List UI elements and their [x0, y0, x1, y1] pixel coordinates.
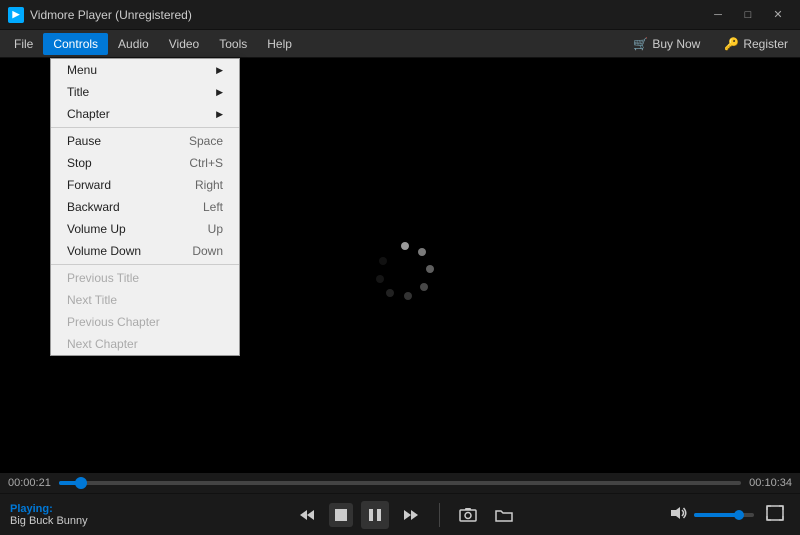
rewind-button[interactable]	[293, 501, 321, 529]
menu-tools[interactable]: Tools	[209, 33, 257, 55]
progress-area: 00:00:21 00:10:34	[0, 473, 800, 493]
menu-item-next-chapter[interactable]: Next Chapter	[51, 333, 239, 355]
menu-item-volume-up[interactable]: Volume Up Up	[51, 218, 239, 240]
controls-bar: Playing: Big Buck Bunny	[0, 493, 800, 535]
close-button[interactable]: ✕	[764, 1, 792, 29]
progress-thumb[interactable]	[75, 477, 87, 489]
track-name: Big Buck Bunny	[10, 515, 140, 527]
app-title: Vidmore Player (Unregistered)	[30, 8, 704, 22]
register-button[interactable]: 🔑 Register	[716, 34, 796, 54]
volume-fill	[694, 513, 739, 517]
current-time: 00:00:21	[8, 477, 51, 489]
register-label: Register	[743, 37, 788, 51]
minimize-button[interactable]: ─	[704, 1, 732, 29]
app-icon: ▶	[8, 7, 24, 23]
menu-item-menu[interactable]: Menu	[51, 59, 239, 81]
progress-track[interactable]	[59, 481, 741, 485]
volume-thumb[interactable]	[734, 510, 744, 520]
menu-item-prev-chapter[interactable]: Previous Chapter	[51, 311, 239, 333]
menu-item-volume-down[interactable]: Volume Down Down	[51, 240, 239, 262]
center-controls	[140, 501, 670, 529]
menu-item-next-title[interactable]: Next Title	[51, 289, 239, 311]
window-controls: ─ □ ✕	[704, 1, 792, 29]
menu-help[interactable]: Help	[257, 33, 302, 55]
title-bar: ▶ Vidmore Player (Unregistered) ─ □ ✕	[0, 0, 800, 30]
loading-spinner	[370, 236, 430, 296]
menu-item-chapter[interactable]: Chapter	[51, 103, 239, 125]
folder-button[interactable]	[490, 501, 518, 529]
stop-button[interactable]	[329, 503, 353, 527]
volume-icon[interactable]	[670, 505, 688, 524]
menu-right: 🛒 Buy Now 🔑 Register	[625, 34, 796, 54]
pause-button[interactable]	[361, 501, 389, 529]
now-playing: Playing: Big Buck Bunny	[10, 503, 140, 527]
menu-item-title[interactable]: Title	[51, 81, 239, 103]
key-icon: 🔑	[724, 37, 739, 51]
buy-now-button[interactable]: 🛒 Buy Now	[625, 34, 708, 54]
menu-item-pause[interactable]: Pause Space	[51, 130, 239, 152]
separator-controls	[439, 503, 440, 527]
total-time: 00:10:34	[749, 477, 792, 489]
menu-item-backward[interactable]: Backward Left	[51, 196, 239, 218]
controls-dropdown: Menu Title Chapter Pause Space Stop Ctrl…	[50, 58, 240, 356]
screenshot-button[interactable]	[454, 501, 482, 529]
menu-file[interactable]: File	[4, 33, 43, 55]
menu-item-forward[interactable]: Forward Right	[51, 174, 239, 196]
menu-video[interactable]: Video	[159, 33, 209, 55]
cart-icon: 🛒	[633, 37, 648, 51]
separator-2	[51, 264, 239, 265]
right-controls	[670, 502, 790, 527]
buy-now-label: Buy Now	[652, 37, 700, 51]
menu-bar: File Controls Audio Video Tools Help 🛒 B…	[0, 30, 800, 58]
volume-slider[interactable]	[694, 513, 754, 517]
separator-1	[51, 127, 239, 128]
playing-label: Playing:	[10, 503, 140, 515]
menu-controls[interactable]: Controls	[43, 33, 108, 55]
menu-audio[interactable]: Audio	[108, 33, 159, 55]
menu-item-stop[interactable]: Stop Ctrl+S	[51, 152, 239, 174]
fast-forward-button[interactable]	[397, 501, 425, 529]
fullscreen-button[interactable]	[760, 502, 790, 527]
menu-item-prev-title[interactable]: Previous Title	[51, 267, 239, 289]
maximize-button[interactable]: □	[734, 1, 762, 29]
